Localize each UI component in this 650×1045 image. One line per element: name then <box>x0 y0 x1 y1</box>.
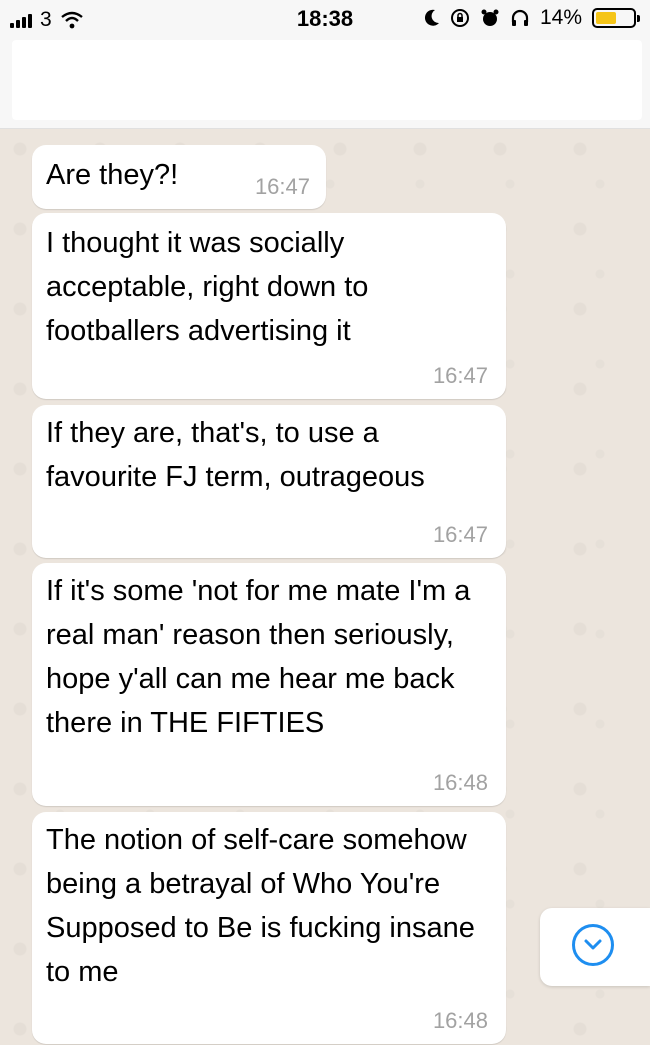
message-bubble[interactable]: The notion of self-care somehow being a … <box>32 812 506 1044</box>
message-text: If it's some 'not for me mate I'm a real… <box>46 575 471 739</box>
message-text: I thought it was socially acceptable, ri… <box>46 227 369 347</box>
message-time: 16:47 <box>432 363 488 388</box>
message-bubble[interactable]: If they are, that's, to use a favourite … <box>32 405 506 558</box>
status-right: 14% <box>424 6 640 30</box>
alarm-icon <box>481 9 499 26</box>
scroll-to-bottom-button[interactable] <box>540 908 650 986</box>
moon-icon <box>424 9 439 26</box>
message-text: The notion of self-care somehow being a … <box>46 824 475 988</box>
header-blank-panel <box>12 40 642 120</box>
battery-percent: 14% <box>539 6 582 29</box>
message-text: Are they?! <box>46 159 179 191</box>
header-area <box>0 40 650 129</box>
battery-icon <box>592 8 640 28</box>
message-time: 16:47 <box>432 522 488 547</box>
message-time: 16:48 <box>432 770 488 795</box>
message-bubble[interactable]: Are they?! 16:47 <box>32 145 326 209</box>
rotation-lock-icon <box>450 9 469 27</box>
message-time: 16:48 <box>432 1008 488 1033</box>
message-time: 16:47 <box>254 174 310 199</box>
message-bubble[interactable]: If it's some 'not for me mate I'm a real… <box>32 563 506 806</box>
message-bubble[interactable]: I thought it was socially acceptable, ri… <box>32 213 506 399</box>
headphones-icon <box>511 9 529 26</box>
battery-level <box>596 12 616 24</box>
message-text: If they are, that's, to use a favourite … <box>46 417 425 493</box>
status-bar: 3 18:38 14% <box>0 0 650 40</box>
chevron-down-circle-icon <box>572 924 614 966</box>
